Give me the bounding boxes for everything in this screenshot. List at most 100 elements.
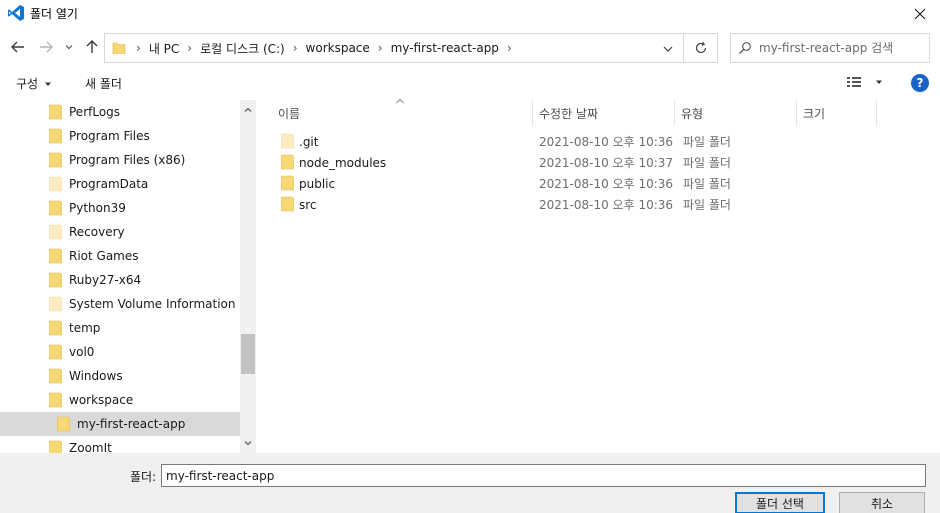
file-date: 2021-08-10 오후 10:36 [539, 135, 674, 149]
file-row[interactable]: src 2021-08-10 오후 10:36 파일 폴더 [276, 194, 936, 215]
nav-item[interactable]: Recovery [0, 220, 240, 244]
address-row: › 내 PC › 로컬 디스크 (C:) › workspace › my-fi… [0, 30, 940, 64]
up-button[interactable] [82, 37, 102, 57]
organize-label: 구성 [16, 77, 39, 91]
dialog-footer: 폴더: 폴더 선택 취소 [0, 453, 940, 513]
nav-item[interactable]: Riot Games [0, 244, 240, 268]
search-icon-wrap [731, 41, 759, 55]
folder-label: 폴더: [130, 470, 157, 484]
folder-icon [49, 392, 62, 408]
file-type: 파일 폴더 [683, 177, 731, 191]
back-button[interactable] [8, 37, 28, 57]
file-list: 이름 수정한 날짜 유형 크기 .git 2021-08-10 오후 10:36 파… [262, 98, 940, 453]
nav-item[interactable]: Program Files [0, 124, 240, 148]
column-header-type[interactable]: 유형 [681, 100, 703, 126]
nav-item[interactable]: vol0 [0, 340, 240, 364]
forward-button[interactable] [36, 37, 56, 57]
nav-item-label: vol0 [69, 345, 95, 359]
scroll-thumb[interactable] [241, 334, 255, 374]
search-input[interactable] [759, 41, 919, 55]
caret-down-icon [45, 82, 52, 86]
column-header-size[interactable]: 크기 [803, 100, 825, 126]
new-folder-button[interactable]: 새 폴더 [85, 75, 122, 92]
folder-icon [112, 42, 126, 54]
nav-item-label: Program Files [69, 129, 150, 143]
file-name: public [299, 176, 336, 191]
scroll-up-button[interactable] [240, 102, 256, 118]
nav-item[interactable]: my-first-react-app [0, 412, 240, 436]
nav-item-label: my-first-react-app [77, 417, 186, 431]
folder-icon [49, 344, 62, 360]
file-row[interactable]: node_modules 2021-08-10 오후 10:37 파일 폴더 [276, 152, 936, 173]
nav-item[interactable]: workspace [0, 388, 240, 412]
nav-item[interactable]: Windows [0, 364, 240, 388]
title-bar: 폴더 열기 [0, 0, 940, 28]
view-options-button[interactable] [846, 75, 884, 89]
caret-down-icon [876, 80, 882, 84]
breadcrumb-this-pc[interactable]: 내 PC [149, 40, 179, 57]
arrow-right-icon [40, 41, 53, 53]
nav-item[interactable]: ProgramData [0, 172, 240, 196]
folder-icon [57, 416, 70, 432]
nav-item[interactable]: Program Files (x86) [0, 148, 240, 172]
nav-item[interactable]: PerfLogs [0, 100, 240, 124]
folder-icon [49, 176, 62, 192]
column-divider[interactable] [532, 100, 533, 126]
nav-item-label: Program Files (x86) [69, 153, 186, 167]
column-header-date[interactable]: 수정한 날짜 [539, 100, 598, 126]
nav-item[interactable]: Ruby27-x64 [0, 268, 240, 292]
column-header-name[interactable]: 이름 [278, 100, 300, 126]
close-button[interactable] [900, 0, 940, 28]
folder-icon [49, 440, 62, 453]
new-folder-label: 새 폴더 [85, 77, 122, 91]
vscode-icon [8, 5, 24, 21]
nav-item[interactable]: ZoomIt [0, 436, 240, 453]
file-row[interactable]: .git 2021-08-10 오후 10:36 파일 폴더 [276, 131, 936, 152]
nav-item[interactable]: System Volume Information [0, 292, 240, 316]
address-bar[interactable]: › 내 PC › 로컬 디스크 (C:) › workspace › my-fi… [104, 33, 684, 63]
file-type: 파일 폴더 [683, 135, 731, 149]
nav-scrollbar[interactable] [240, 100, 256, 453]
breadcrumb-separator[interactable]: › [293, 41, 298, 55]
file-name: src [299, 197, 317, 212]
help-button[interactable]: ? [911, 74, 929, 92]
nav-item-label: temp [69, 321, 101, 335]
refresh-icon [695, 41, 706, 54]
folder-icon [49, 104, 62, 120]
breadcrumb-local-disk[interactable]: 로컬 디스크 (C:) [200, 40, 285, 57]
nav-item-label: Ruby27-x64 [69, 273, 142, 287]
breadcrumb-my-first-react-app[interactable]: my-first-react-app [391, 41, 499, 55]
column-divider[interactable] [876, 100, 877, 126]
folder-icon [281, 133, 294, 149]
breadcrumb-separator: › [136, 41, 141, 55]
file-date: 2021-08-10 오후 10:36 [539, 198, 674, 212]
breadcrumb-separator[interactable]: › [187, 41, 192, 55]
file-row[interactable]: public 2021-08-10 오후 10:36 파일 폴더 [276, 173, 936, 194]
folder-icon [281, 154, 294, 170]
command-bar: 구성 새 폴더 ? [0, 66, 940, 100]
chevron-down-icon[interactable] [661, 42, 675, 56]
column-divider[interactable] [674, 100, 675, 126]
folder-icon [281, 175, 294, 191]
file-name: node_modules [299, 155, 387, 170]
chevron-up-icon [244, 107, 252, 112]
scroll-down-button[interactable] [240, 435, 256, 451]
column-divider[interactable] [796, 100, 797, 126]
cancel-button[interactable]: 취소 [839, 492, 925, 513]
nav-item-label: Riot Games [69, 249, 139, 263]
nav-item[interactable]: Python39 [0, 196, 240, 220]
nav-item-label: ProgramData [69, 177, 149, 191]
nav-item-label: System Volume Information [69, 297, 236, 311]
breadcrumb-separator[interactable]: › [507, 41, 512, 55]
breadcrumb-separator[interactable]: › [378, 41, 383, 55]
select-folder-button[interactable]: 폴더 선택 [735, 492, 825, 513]
nav-item-label: Recovery [69, 225, 125, 239]
recent-locations-button[interactable] [62, 37, 76, 57]
folder-name-input[interactable] [161, 464, 926, 487]
folder-icon [49, 368, 62, 384]
breadcrumb-workspace[interactable]: workspace [306, 41, 370, 55]
refresh-button[interactable] [684, 33, 718, 63]
organize-button[interactable]: 구성 [16, 75, 53, 92]
nav-item[interactable]: temp [0, 316, 240, 340]
search-box[interactable] [730, 33, 930, 63]
